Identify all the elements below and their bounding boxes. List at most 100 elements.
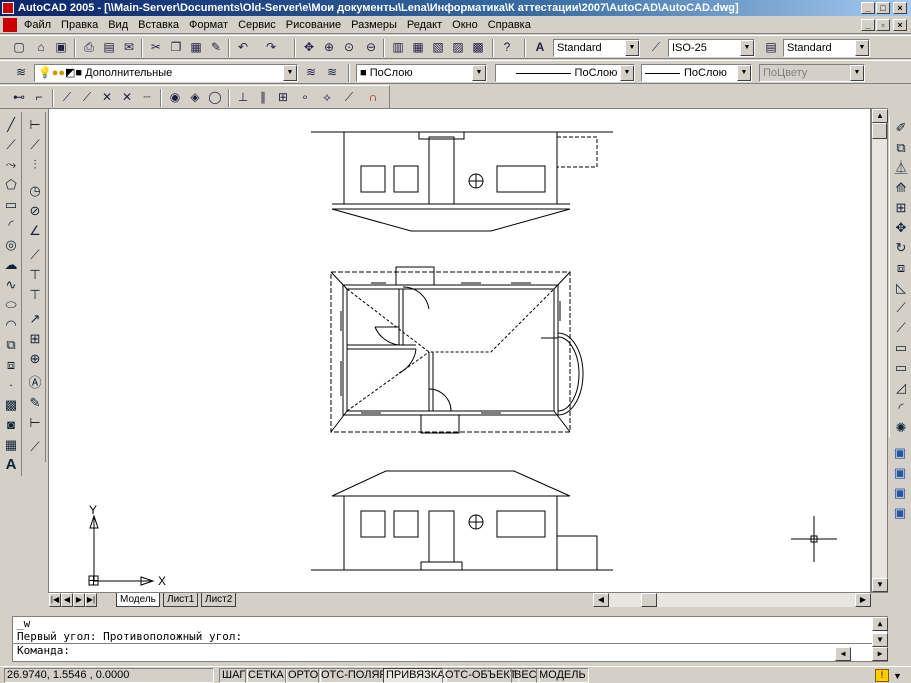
comm-center-icon[interactable]: !	[875, 669, 889, 682]
tab-model[interactable]: Модель	[116, 593, 160, 607]
scroll-right-button[interactable]: ▶	[855, 593, 871, 607]
snap-apparent-icon[interactable]: ✕	[118, 89, 136, 106]
cmd-scroll-up[interactable]: ▲	[872, 617, 888, 631]
make-block-icon[interactable]: ⧈	[2, 356, 20, 374]
print-icon[interactable]: ⎙	[80, 39, 98, 56]
ortho-toggle[interactable]: ОРТО	[285, 668, 322, 683]
copy-object-icon[interactable]: ⧉	[892, 139, 910, 157]
zoom-window-icon[interactable]: ⊙	[340, 39, 358, 56]
tab-next-button[interactable]: ▶	[73, 593, 85, 607]
zoom-realtime-icon[interactable]: ⊕	[320, 39, 338, 56]
insert-block-icon[interactable]: ⧉	[2, 336, 20, 354]
rectangle-icon[interactable]: ▭	[2, 196, 20, 214]
doc-restore-button[interactable]: ▫	[876, 19, 890, 31]
explode-icon[interactable]: ✺	[892, 419, 910, 437]
menu-window[interactable]: Окно	[447, 16, 483, 34]
text-style-select[interactable]: Standard ▼	[553, 39, 640, 57]
snap-quadrant-icon[interactable]: ◈	[186, 89, 204, 106]
stretch-icon[interactable]: ◺	[892, 279, 910, 297]
maximize-button[interactable]: □	[876, 2, 890, 14]
drawing-area[interactable]: Y X	[48, 108, 871, 593]
paste-icon[interactable]: ▦	[187, 39, 205, 56]
extend-icon[interactable]: ⟋	[892, 319, 910, 337]
layer-previous-icon[interactable]: ≋	[323, 64, 341, 81]
linetype-select[interactable]: ПоСлою ▼	[495, 64, 635, 82]
make-current-layer-icon[interactable]: ≋	[302, 64, 320, 81]
ellipse-arc-icon[interactable]: ◠	[2, 316, 20, 334]
table-icon[interactable]: ▦	[2, 436, 20, 454]
tab-layout2[interactable]: Лист2	[201, 593, 237, 607]
grid-toggle[interactable]: СЕТКА	[245, 668, 287, 683]
lineweight-select[interactable]: ПоСлою ▼	[641, 64, 752, 82]
text-style-icon[interactable]: A	[531, 39, 549, 56]
publish-icon[interactable]: ✉	[120, 39, 138, 56]
center-mark-icon[interactable]: ⊕	[26, 350, 44, 368]
dim-continue-icon[interactable]: ⊤	[26, 286, 44, 304]
menu-file[interactable]: Файл	[19, 16, 56, 34]
polygon-icon[interactable]: ⬠	[2, 176, 20, 194]
ellipse-icon[interactable]: ⬭	[2, 296, 20, 314]
point-icon[interactable]: ·	[2, 376, 20, 394]
canvas-hscroll[interactable]: ◀ ▶	[593, 593, 871, 607]
command-window[interactable]: _w Первый угол: Противоположный угол: Ко…	[12, 616, 888, 662]
dim-style-icon[interactable]: ⟋	[647, 39, 665, 56]
otrack-toggle[interactable]: ОТС-ОБЪЕКТ	[442, 668, 520, 683]
table-style-icon[interactable]: ▤	[762, 39, 780, 56]
hatch-icon[interactable]: ▩	[2, 396, 20, 414]
menu-tools[interactable]: Сервис	[233, 16, 281, 34]
mtext-icon[interactable]: A	[2, 456, 20, 474]
doc-minimize-button[interactable]: _	[861, 19, 875, 31]
color-select[interactable]: ■ ПоСлою ▼	[356, 64, 487, 82]
break-icon[interactable]: ▭	[892, 339, 910, 357]
tab-prev-button[interactable]: ◀	[61, 593, 73, 607]
tool-palettes-icon[interactable]: ▧	[429, 39, 447, 56]
dim-linear-icon[interactable]: ⊢	[26, 116, 44, 134]
dim-update-icon[interactable]: ⊢	[26, 414, 44, 432]
polar-toggle[interactable]: ОТС-ПОЛЯР	[318, 668, 390, 683]
construction-line-icon[interactable]: ⟋	[2, 136, 20, 154]
scroll-up-button[interactable]: ▲	[872, 109, 888, 123]
dim-aligned-icon[interactable]: ⟋	[26, 136, 44, 154]
trim-icon[interactable]: ⟋	[892, 299, 910, 317]
doc-close-button[interactable]: ×	[893, 19, 907, 31]
array-icon[interactable]: ⊞	[892, 199, 910, 217]
rotate-icon[interactable]: ↻	[892, 239, 910, 257]
bring-above-icon[interactable]: ▣	[891, 484, 909, 502]
line-icon[interactable]: ╱	[2, 116, 20, 134]
snap-parallel-icon[interactable]: ∥	[254, 89, 272, 106]
match-properties-icon[interactable]: ✎	[207, 39, 225, 56]
snap-extension-icon[interactable]: ┈	[138, 89, 156, 106]
snap-nearest-icon[interactable]: ⟡	[318, 89, 336, 106]
menu-format[interactable]: Формат	[184, 16, 233, 34]
bring-to-front-icon[interactable]: ▣	[891, 444, 909, 462]
menu-dimension[interactable]: Размеры	[346, 16, 402, 34]
snap-insert-icon[interactable]: ⊞	[274, 89, 292, 106]
dim-text-edit-icon[interactable]: ✎	[26, 394, 44, 412]
cut-icon[interactable]: ✂	[147, 39, 165, 56]
save-icon[interactable]: ▣	[52, 39, 70, 56]
tab-first-button[interactable]: |◀	[49, 593, 61, 607]
undo-icon[interactable]: ↶	[234, 39, 252, 56]
model-toggle[interactable]: МОДЕЛЬ	[536, 668, 589, 683]
snap-perpendicular-icon[interactable]: ⊥	[234, 89, 252, 106]
tab-last-button[interactable]: ▶|	[85, 593, 97, 607]
osnap-settings-icon[interactable]: ∩	[364, 89, 382, 106]
erase-icon[interactable]: ✐	[892, 119, 910, 137]
hscroll-thumb[interactable]	[641, 593, 657, 607]
dim-diameter-icon[interactable]: ⊘	[26, 202, 44, 220]
dim-angular-icon[interactable]: ∠	[26, 222, 44, 240]
snap-midpoint-icon[interactable]: ⟋	[78, 89, 96, 106]
menu-draw[interactable]: Рисование	[281, 16, 346, 34]
dim-baseline-icon[interactable]: ⊤	[26, 266, 44, 284]
document-icon[interactable]	[3, 18, 17, 32]
dim-ordinate-icon[interactable]: ⫶	[26, 156, 44, 174]
properties-icon[interactable]: ▥	[389, 39, 407, 56]
cmd-scroll-down[interactable]: ▼	[872, 633, 888, 647]
sheet-set-icon[interactable]: ▨	[449, 39, 467, 56]
snap-intersection-icon[interactable]: ✕	[98, 89, 116, 106]
design-center-icon[interactable]: ▦	[409, 39, 427, 56]
snap-center-icon[interactable]: ◉	[166, 89, 184, 106]
layer-manager-icon[interactable]: ≋	[12, 64, 30, 81]
offset-icon[interactable]: ⟰	[892, 179, 910, 197]
revcloud-icon[interactable]: ☁	[2, 256, 20, 274]
